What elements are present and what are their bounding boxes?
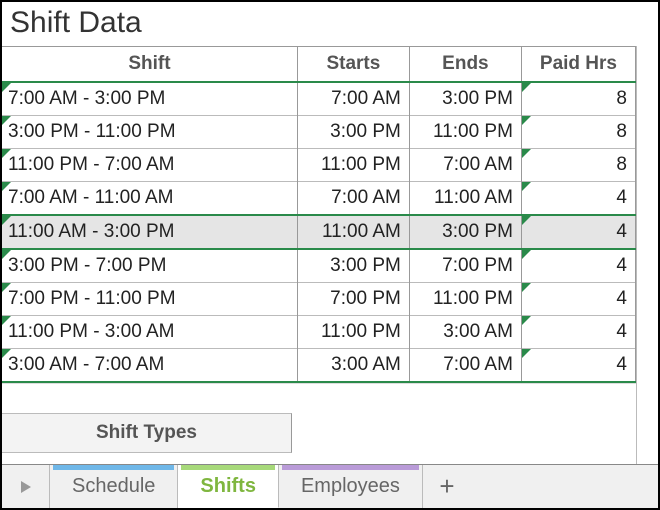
cell-shift[interactable]: 3:00 PM - 11:00 PM [2,116,297,149]
table-row[interactable]: 7:00 AM - 11:00 AM7:00 AM11:00 AM4 [2,182,636,216]
tab-nav-button[interactable] [2,465,50,508]
col-shift[interactable]: Shift [2,47,297,83]
cell-shift[interactable]: 7:00 PM - 11:00 PM [2,283,297,316]
cell-shift[interactable]: 11:00 PM - 3:00 AM [2,316,297,349]
cell-paid[interactable]: 8 [521,116,635,149]
plus-icon: + [439,471,454,502]
cell-starts[interactable]: 7:00 AM [297,182,409,216]
tab-shifts[interactable]: Shifts [178,465,279,508]
add-sheet-button[interactable]: + [423,465,471,508]
table-row[interactable]: 7:00 AM - 3:00 PM7:00 AM3:00 PM8 [2,82,636,116]
table-row[interactable]: 3:00 AM - 7:00 AM3:00 AM7:00 AM4 [2,349,636,383]
cell-shift[interactable]: 11:00 AM - 3:00 PM [2,215,297,249]
tab-employees[interactable]: Employees [279,465,423,508]
cell-ends[interactable]: 3:00 PM [409,82,521,116]
table-row[interactable]: 11:00 PM - 3:00 AM11:00 PM3:00 AM4 [2,316,636,349]
cell-starts[interactable]: 7:00 PM [297,283,409,316]
cell-starts[interactable]: 3:00 PM [297,249,409,283]
table-row[interactable]: 11:00 PM - 7:00 AM11:00 PM7:00 AM8 [2,149,636,182]
cell-ends[interactable]: 7:00 AM [409,149,521,182]
cell-ends[interactable]: 3:00 AM [409,316,521,349]
tab-label: Shifts [200,475,256,498]
cell-paid[interactable]: 8 [521,82,635,116]
col-ends[interactable]: Ends [409,47,521,83]
spreadsheet-window: Shift Data Shift Starts Ends Paid Hrs 7:… [0,0,660,510]
tab-label: Schedule [72,475,155,498]
cell-paid[interactable]: 4 [521,249,635,283]
cell-starts[interactable]: 11:00 PM [297,149,409,182]
cell-ends[interactable]: 11:00 AM [409,182,521,216]
cell-shift[interactable]: 3:00 PM - 7:00 PM [2,249,297,283]
sheet-area: Shift Starts Ends Paid Hrs 7:00 AM - 3:0… [2,46,658,464]
tab-color-stripe [53,465,174,470]
cell-ends[interactable]: 7:00 PM [409,249,521,283]
cell-ends[interactable]: 11:00 PM [409,116,521,149]
tab-color-stripe [181,465,275,470]
cell-paid[interactable]: 8 [521,149,635,182]
shift-types-header[interactable]: Shift Types [2,413,292,453]
tab-color-stripe [282,465,419,470]
cell-paid[interactable]: 4 [521,182,635,216]
cell-ends[interactable]: 7:00 AM [409,349,521,383]
cell-starts[interactable]: 7:00 AM [297,82,409,116]
col-paid[interactable]: Paid Hrs [521,47,635,83]
table-row[interactable]: 11:00 AM - 3:00 PM11:00 AM3:00 PM4 [2,215,636,249]
cell-paid[interactable]: 4 [521,283,635,316]
table-row[interactable]: 3:00 PM - 11:00 PM3:00 PM11:00 PM8 [2,116,636,149]
table-row[interactable]: 3:00 PM - 7:00 PM3:00 PM7:00 PM4 [2,249,636,283]
cell-shift[interactable]: 7:00 AM - 11:00 AM [2,182,297,216]
table-row[interactable]: 7:00 PM - 11:00 PM7:00 PM11:00 PM4 [2,283,636,316]
cell-shift[interactable]: 7:00 AM - 3:00 PM [2,82,297,116]
cell-starts[interactable]: 3:00 PM [297,116,409,149]
sheet[interactable]: Shift Starts Ends Paid Hrs 7:00 AM - 3:0… [2,46,636,464]
cell-paid[interactable]: 4 [521,215,635,249]
cell-starts[interactable]: 11:00 PM [297,316,409,349]
tab-schedule[interactable]: Schedule [50,465,178,508]
cell-starts[interactable]: 11:00 AM [297,215,409,249]
sheet-tab-bar: Schedule Shifts Employees + [2,464,658,508]
cell-paid[interactable]: 4 [521,349,635,383]
col-starts[interactable]: Starts [297,47,409,83]
empty-row[interactable] [2,383,636,413]
cell-ends[interactable]: 3:00 PM [409,215,521,249]
cell-ends[interactable]: 11:00 PM [409,283,521,316]
cell-shift[interactable]: 11:00 PM - 7:00 AM [2,149,297,182]
vertical-scrollbar[interactable] [636,46,658,464]
tab-label: Employees [301,475,400,498]
shift-table: Shift Starts Ends Paid Hrs 7:00 AM - 3:0… [2,46,636,383]
play-icon [18,479,34,495]
page-title: Shift Data [2,2,658,46]
cell-starts[interactable]: 3:00 AM [297,349,409,383]
cell-shift[interactable]: 3:00 AM - 7:00 AM [2,349,297,383]
cell-paid[interactable]: 4 [521,316,635,349]
header-row: Shift Starts Ends Paid Hrs [2,47,636,83]
